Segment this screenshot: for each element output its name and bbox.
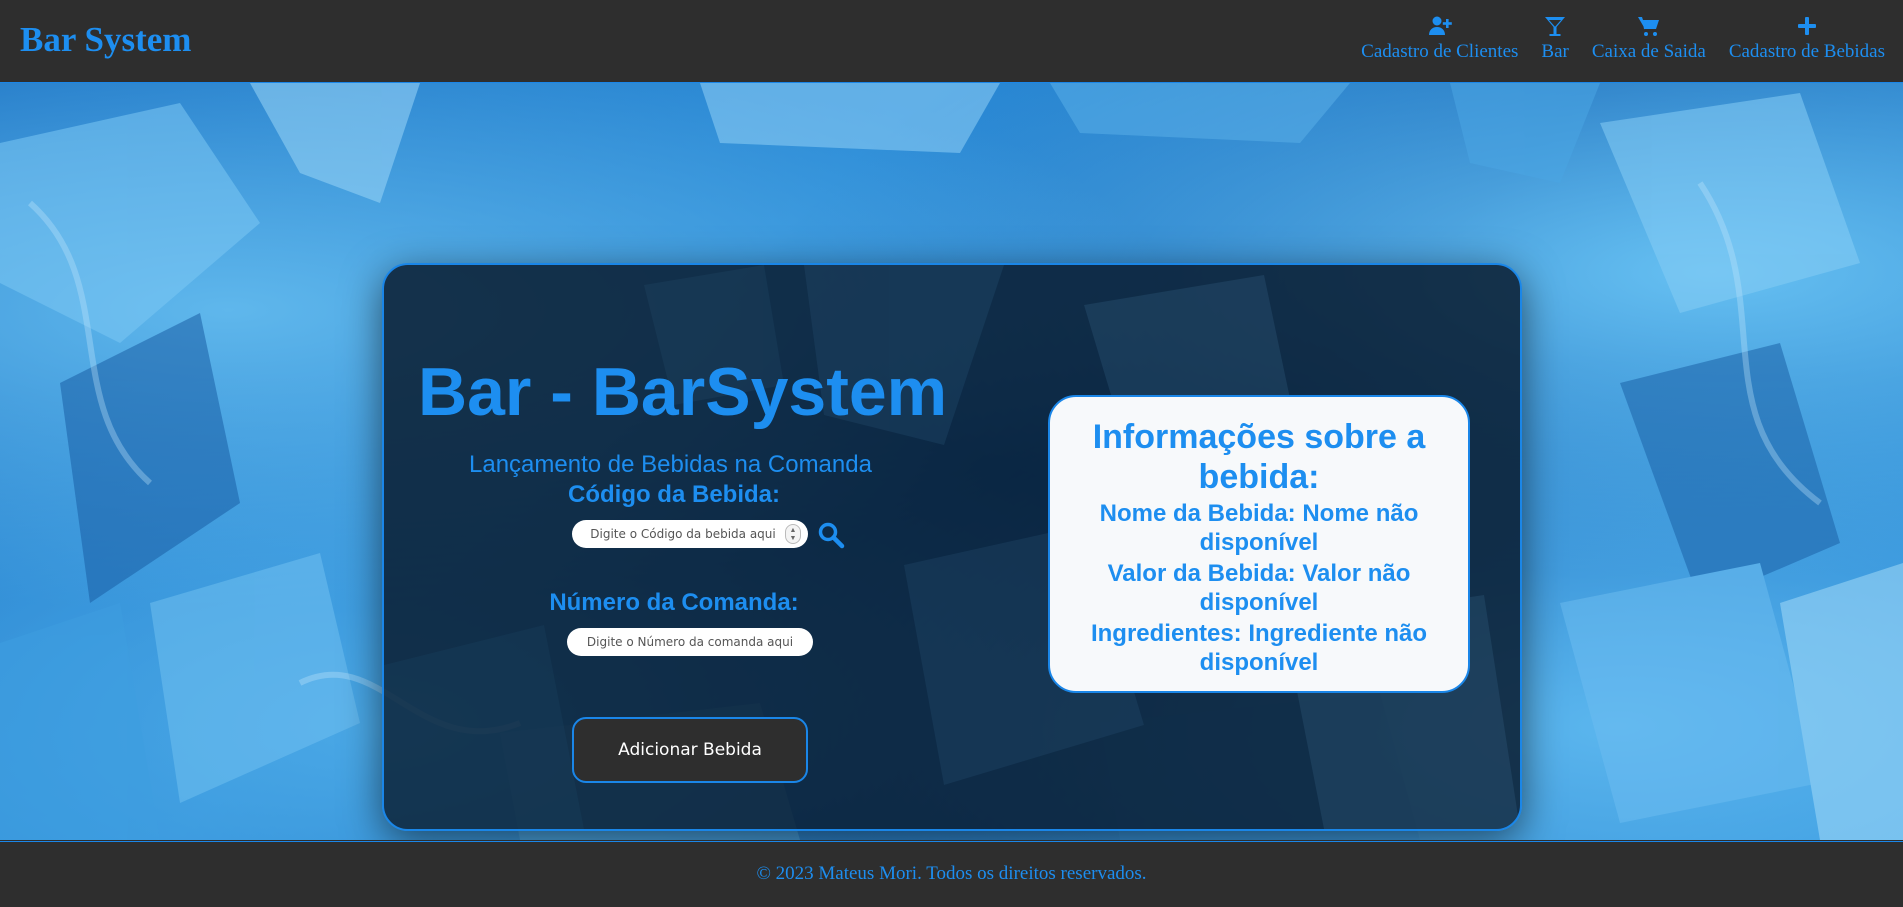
nav-bar[interactable]: Bar bbox=[1541, 14, 1569, 63]
nav-cadastro-bebidas[interactable]: Cadastro de Bebidas bbox=[1729, 14, 1885, 63]
drink-value-info: Valor da Bebida: Valor não disponível bbox=[1107, 560, 1411, 616]
nav-caixa-saida[interactable]: Caixa de Saida bbox=[1592, 14, 1706, 63]
shopping-cart-icon bbox=[1637, 14, 1661, 38]
page-subtitle: Lançamento de Bebidas na Comanda bbox=[469, 451, 872, 478]
drink-ingredients-info: Ingredientes: Ingrediente não disponível bbox=[1090, 620, 1428, 676]
nav-cadastro-clientes[interactable]: Cadastro de Clientes bbox=[1361, 14, 1518, 63]
drink-code-label: Código da Bebida: bbox=[568, 481, 780, 508]
nav-menu: Cadastro de Clientes Bar Caixa de Saida … bbox=[1361, 14, 1885, 63]
nav-label: Cadastro de Clientes bbox=[1361, 41, 1519, 62]
top-navbar: Bar System Cadastro de Clientes Bar Caix… bbox=[0, 0, 1903, 83]
number-spinner[interactable]: ▲ ▼ bbox=[785, 524, 801, 544]
copyright-text: © 2023 Mateus Mori. Todos os direitos re… bbox=[756, 863, 1147, 884]
nav-label: Bar bbox=[1541, 41, 1569, 62]
drink-code-input[interactable] bbox=[572, 520, 808, 548]
plus-icon bbox=[1795, 14, 1819, 38]
search-icon bbox=[818, 522, 845, 549]
nav-label: Caixa de Saida bbox=[1591, 41, 1706, 62]
user-plus-icon bbox=[1428, 14, 1452, 38]
add-drink-button[interactable]: Adicionar Bebida bbox=[572, 717, 808, 783]
comanda-number-input[interactable] bbox=[567, 628, 813, 656]
cocktail-glass-icon bbox=[1543, 14, 1567, 38]
page-title: Bar - BarSystem bbox=[418, 354, 948, 430]
hero-background: Bar - BarSystem Lançamento de Bebidas na… bbox=[0, 83, 1903, 840]
comanda-number-label: Número da Comanda: bbox=[549, 589, 799, 616]
drink-info-panel: Informações sobre a bebida: Nome da Bebi… bbox=[1048, 395, 1470, 693]
drink-entry-card: Bar - BarSystem Lançamento de Bebidas na… bbox=[382, 263, 1522, 831]
search-button[interactable] bbox=[817, 521, 845, 549]
drink-name-info: Nome da Bebida: Nome não disponível bbox=[1099, 500, 1419, 556]
brand-logo[interactable]: Bar System bbox=[20, 18, 191, 62]
nav-label: Cadastro de Bebidas bbox=[1728, 41, 1885, 62]
drink-info-title: Informações sobre a bebida: bbox=[1092, 418, 1426, 496]
footer: © 2023 Mateus Mori. Todos os direitos re… bbox=[0, 841, 1903, 907]
